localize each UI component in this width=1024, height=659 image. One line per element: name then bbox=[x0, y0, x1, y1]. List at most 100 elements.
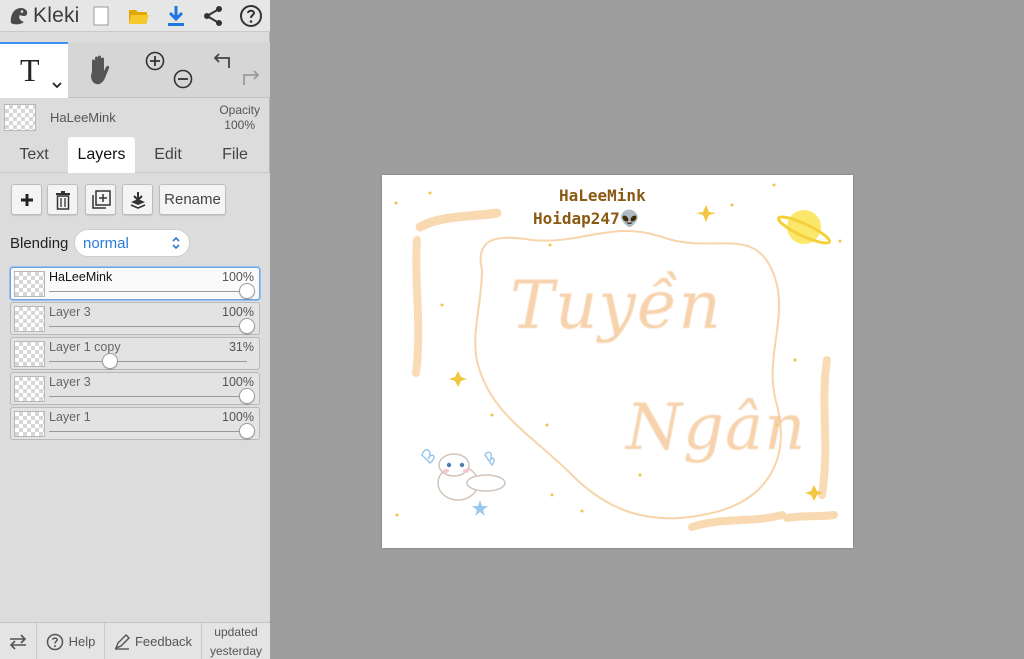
help-link[interactable]: Help bbox=[37, 623, 105, 659]
layer-thumbnail bbox=[14, 376, 45, 402]
kleki-logo-icon bbox=[10, 8, 28, 25]
redo-button[interactable] bbox=[238, 67, 262, 89]
tab-text[interactable]: Text bbox=[6, 137, 62, 173]
drawing-canvas[interactable]: HaLeeMink Hoidap247👽 Tuyền Ngân bbox=[382, 175, 853, 548]
plus-icon bbox=[20, 193, 33, 206]
canvas-text-tuyen: Tuyền bbox=[510, 267, 722, 344]
layer-opacity: 100% bbox=[222, 375, 254, 389]
layer-thumbnail bbox=[14, 271, 45, 297]
new-file-icon bbox=[93, 6, 109, 26]
bunny-character-icon bbox=[421, 449, 506, 516]
opacity-slider-track[interactable] bbox=[49, 291, 247, 292]
share-button[interactable] bbox=[200, 3, 226, 29]
merge-down-icon bbox=[130, 191, 145, 209]
swap-icon bbox=[9, 633, 27, 650]
zoom-out-button[interactable] bbox=[172, 68, 194, 90]
trash-icon bbox=[55, 190, 70, 210]
brush-stroke-top bbox=[415, 208, 502, 232]
share-icon bbox=[204, 6, 222, 26]
canvas-text-ngan: Ngân bbox=[626, 391, 807, 465]
layer-row[interactable]: HaLeeMink 100% bbox=[10, 267, 260, 300]
feedback-link[interactable]: Feedback bbox=[105, 623, 202, 659]
tab-bar: Text Layers Edit File bbox=[0, 137, 270, 173]
opacity-slider-knob[interactable] bbox=[239, 318, 255, 334]
tab-edit[interactable]: Edit bbox=[140, 137, 196, 173]
opacity-slider-track[interactable] bbox=[49, 361, 247, 362]
opacity-slider-knob[interactable] bbox=[239, 423, 255, 439]
brush-stroke-left bbox=[412, 236, 423, 377]
layer-row[interactable]: Layer 1 100% bbox=[10, 407, 260, 440]
open-file-button[interactable] bbox=[126, 3, 152, 29]
layer-opacity: 100% bbox=[222, 410, 254, 424]
layer-row[interactable]: Layer 3 100% bbox=[10, 372, 260, 405]
current-layer-thumbnail bbox=[4, 104, 36, 131]
swap-sides-button[interactable] bbox=[0, 623, 37, 659]
chevron-down-icon[interactable] bbox=[51, 80, 63, 90]
download-icon bbox=[168, 6, 184, 26]
bottom-bar: Help Feedback updated yesterday bbox=[0, 622, 270, 659]
layer-row[interactable]: Layer 1 copy 31% bbox=[10, 337, 260, 370]
canvas-artwork bbox=[394, 183, 842, 531]
changelog-link[interactable]: updated yesterday bbox=[202, 623, 270, 659]
updated-line1: updated bbox=[214, 625, 258, 639]
tab-layers[interactable]: Layers bbox=[68, 137, 135, 173]
text-tool-button[interactable]: T bbox=[0, 42, 68, 98]
help-circle-icon bbox=[46, 633, 63, 650]
layer-thumbnail bbox=[14, 306, 45, 332]
updated-line2: yesterday bbox=[209, 644, 263, 658]
canvas-text-hoidap: Hoidap247👽 bbox=[533, 209, 640, 228]
opacity-label: Opacity bbox=[219, 103, 260, 117]
current-layer-info: HaLeeMink Opacity 100% bbox=[0, 99, 270, 137]
opacity-slider-track[interactable] bbox=[49, 431, 247, 432]
zoom-out-icon bbox=[173, 69, 193, 89]
delete-layer-button[interactable] bbox=[47, 184, 78, 215]
select-arrows-icon bbox=[172, 236, 180, 250]
tool-row: T bbox=[0, 42, 270, 98]
app-name: Kleki bbox=[33, 4, 80, 27]
layer-opacity: 31% bbox=[228, 340, 254, 354]
undo-icon bbox=[213, 53, 230, 68]
duplicate-layer-button[interactable] bbox=[85, 184, 116, 215]
open-folder-icon bbox=[129, 10, 149, 24]
help-circle-icon bbox=[240, 5, 262, 27]
tab-file[interactable]: File bbox=[206, 137, 264, 173]
new-file-button[interactable] bbox=[88, 3, 114, 29]
undo-button[interactable] bbox=[211, 50, 235, 72]
blending-select[interactable]: normal bbox=[74, 229, 190, 257]
layers-panel: Rename Blending normal HaLeeMink 100% Laye… bbox=[0, 173, 270, 621]
zoom-in-button[interactable] bbox=[144, 50, 166, 72]
layer-name: Layer 1 copy bbox=[49, 340, 121, 354]
layer-opacity: 100% bbox=[222, 305, 254, 319]
download-button[interactable] bbox=[163, 3, 189, 29]
help-button[interactable] bbox=[238, 3, 264, 29]
opacity-slider-track[interactable] bbox=[49, 326, 247, 327]
feedback-label: Feedback bbox=[134, 634, 193, 649]
layer-name: Layer 1 bbox=[49, 410, 91, 424]
hand-icon bbox=[91, 55, 110, 85]
blending-value: normal bbox=[83, 235, 129, 252]
current-layer-opacity: Opacity 100% bbox=[219, 103, 260, 133]
layer-row[interactable]: Layer 3 100% bbox=[10, 302, 260, 335]
layer-name: Layer 3 bbox=[49, 305, 91, 319]
opacity-slider-knob[interactable] bbox=[239, 283, 255, 299]
planet-icon bbox=[776, 210, 832, 245]
layer-name: HaLeeMink bbox=[49, 270, 113, 284]
layer-opacity: 100% bbox=[222, 270, 254, 284]
add-layer-button[interactable] bbox=[11, 184, 42, 215]
zoom-in-icon bbox=[145, 51, 165, 71]
rename-layer-button[interactable]: Rename bbox=[159, 184, 226, 215]
feedback-icon bbox=[114, 633, 130, 650]
opacity-slider-knob[interactable] bbox=[102, 353, 119, 369]
layer-thumbnail bbox=[14, 341, 45, 367]
brush-stroke-right bbox=[818, 356, 831, 499]
merge-down-button[interactable] bbox=[122, 184, 153, 215]
kleki-logo[interactable]: Kleki bbox=[8, 3, 80, 29]
duplicate-icon bbox=[91, 189, 111, 209]
help-label: Help bbox=[68, 634, 96, 649]
opacity-slider-track[interactable] bbox=[49, 396, 247, 397]
opacity-slider-knob[interactable] bbox=[239, 388, 255, 404]
text-tool-glyph: T bbox=[20, 52, 40, 88]
hand-tool-button[interactable] bbox=[84, 52, 116, 88]
top-bar: Kleki bbox=[0, 0, 270, 32]
redo-icon bbox=[243, 70, 260, 85]
